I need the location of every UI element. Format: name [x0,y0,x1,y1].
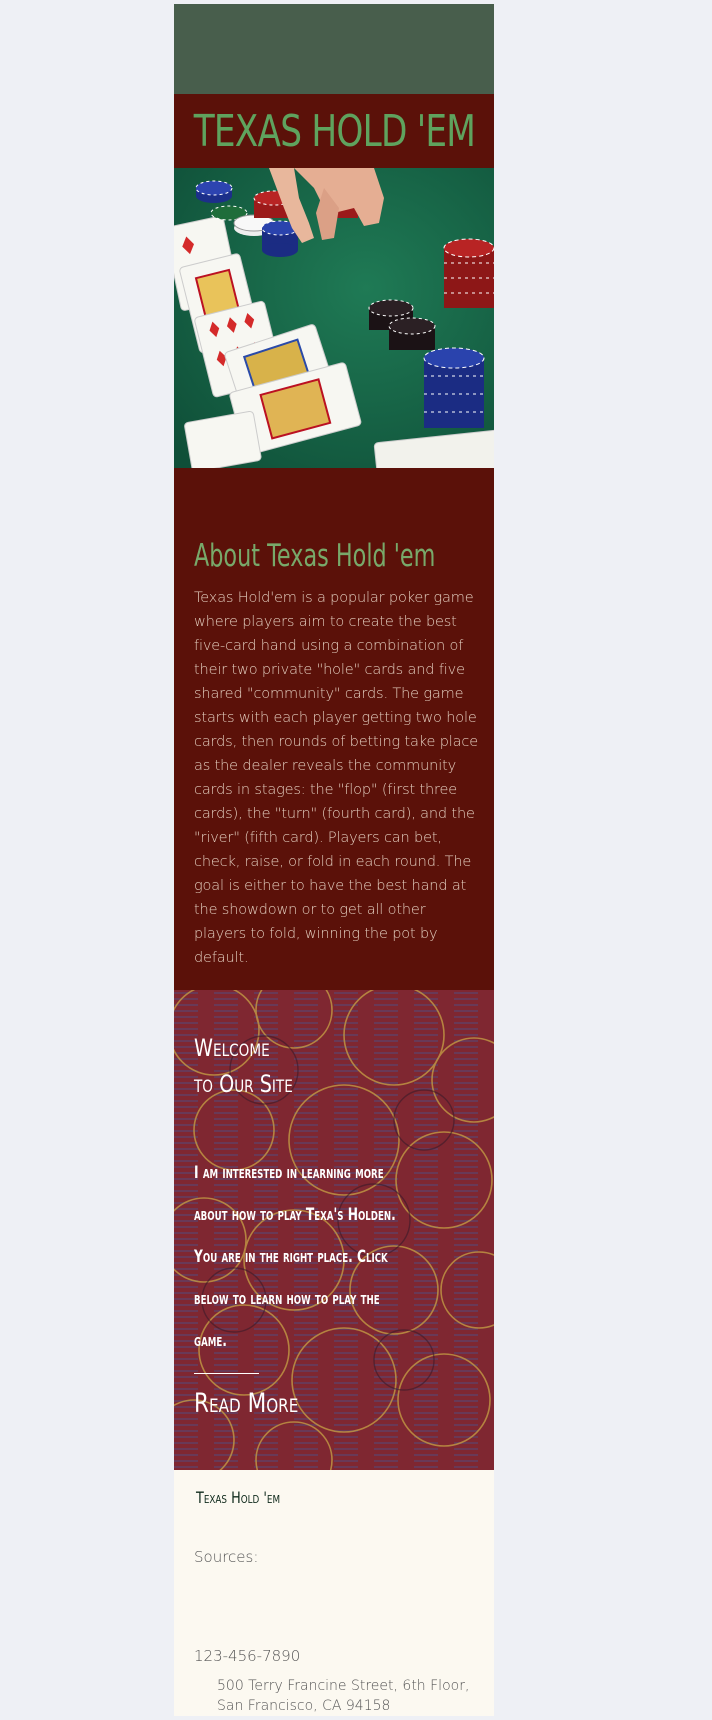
welcome-heading-line2: to Our Site [194,1070,293,1098]
page-column: TEXAS HOLD 'EM About Texas Hold 'em Texa… [174,4,494,1716]
about-body: Texas Hold'em is a popular poker game wh… [194,590,479,966]
chips-blue-right [423,347,485,428]
chips-blue-left [195,180,233,203]
blurb-line: below to learn how to play the [194,1289,380,1309]
blurb-line: You are in the right place. Click [194,1247,388,1267]
poker-table-image [174,168,494,468]
blurb-line: game. [194,1331,227,1351]
about-section: About Texas Hold 'em Texas Hold'em is a … [174,468,494,990]
about-heading: About Texas Hold 'em [194,538,436,574]
welcome-heading-line1: Welcome [194,1034,270,1062]
read-more-link[interactable]: Read More [194,1388,298,1419]
divider [194,1373,259,1374]
header-band: TEXAS HOLD 'EM [174,94,494,168]
chips-red-right [443,238,494,308]
welcome-section: Welcome to Our Site I am interested in l… [174,990,494,1470]
site-title: TEXAS HOLD 'EM [193,105,475,157]
blurb-line: I am interested in learning more [194,1163,384,1183]
blurb-line: about how to play Texa's Holden. [194,1205,396,1225]
welcome-heading: Welcome to Our Site [194,1030,293,1102]
hero-image [174,168,494,468]
welcome-blurb: I am interested in learning more about h… [194,1152,424,1362]
top-band [174,4,494,94]
